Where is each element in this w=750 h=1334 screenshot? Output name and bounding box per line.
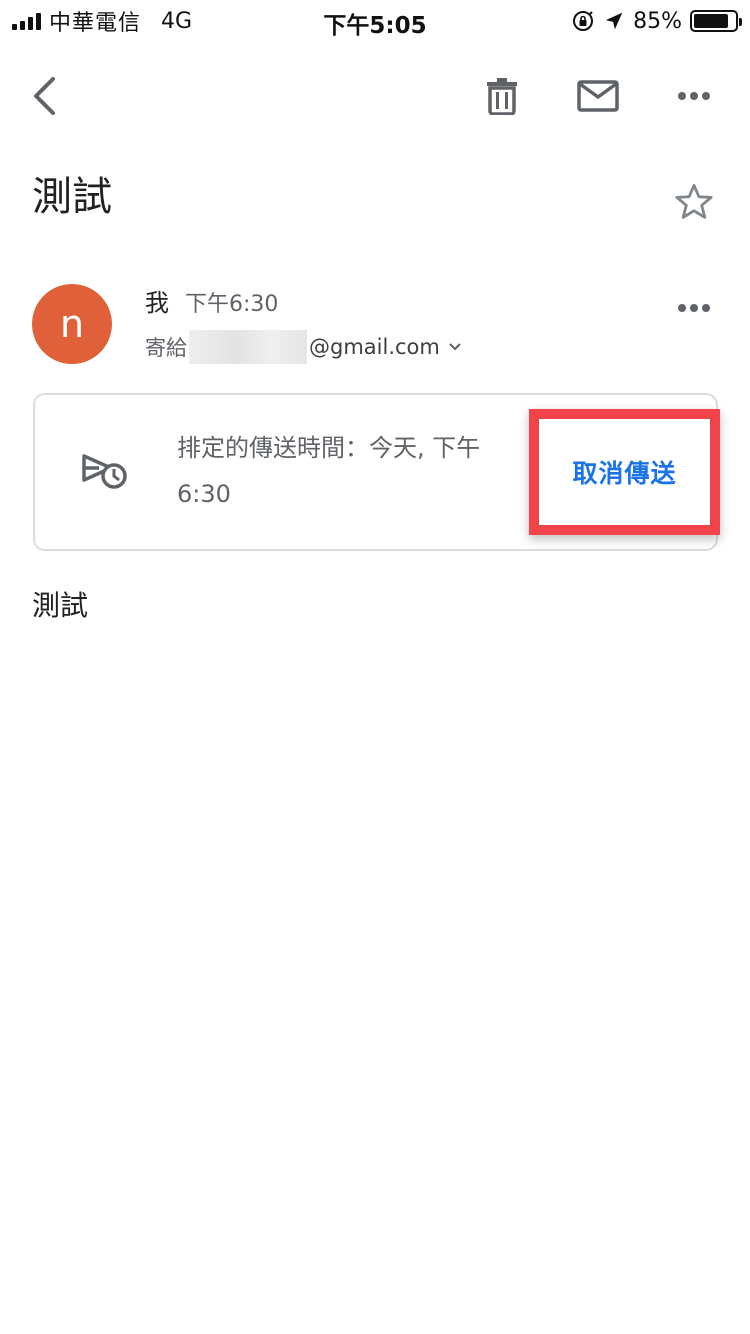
back-button[interactable] xyxy=(12,60,76,132)
more-horizontal-icon xyxy=(678,92,710,100)
email-subject: 測試 xyxy=(32,174,112,220)
email-body: 測試 xyxy=(32,589,89,622)
more-horizontal-icon xyxy=(678,304,710,312)
trash-icon xyxy=(487,78,517,115)
more-options-button[interactable] xyxy=(662,60,726,132)
message-more-button[interactable] xyxy=(664,284,724,332)
toolbar xyxy=(0,60,750,136)
star-outline-icon xyxy=(675,183,713,219)
cancel-send-button[interactable]: 取消傳送 xyxy=(572,454,676,490)
scheduled-time-text: 排定的傳送時間：今天, 下午6:30 xyxy=(177,434,481,508)
back-arrow-icon xyxy=(34,77,55,115)
status-bar: 中華電信 4G 下午5:05 85% xyxy=(0,0,750,40)
redacted-email xyxy=(189,330,307,364)
battery-icon xyxy=(690,10,742,32)
rotation-lock-icon xyxy=(573,11,594,31)
scheduled-send-icon xyxy=(82,454,127,489)
location-arrow-icon xyxy=(605,12,623,30)
sent-time: 下午6:30 xyxy=(185,292,279,317)
sender-name: 我 xyxy=(145,289,169,317)
scheduled-send-card: 排定的傳送時間：今天, 下午6:30 取消傳送 xyxy=(33,393,720,551)
recipient-prefix: 寄給 xyxy=(145,336,187,360)
battery-fill xyxy=(694,14,728,28)
star-button[interactable] xyxy=(670,178,718,226)
status-bar-right: 85% xyxy=(571,6,742,36)
mark-unread-button[interactable] xyxy=(566,60,630,132)
battery-percent: 85% xyxy=(633,8,682,34)
chevron-down-icon xyxy=(449,343,461,351)
delete-button[interactable] xyxy=(470,60,534,132)
cancel-send-highlight: 取消傳送 xyxy=(529,409,720,535)
recipient-details-toggle[interactable]: 寄給 @gmail.com xyxy=(145,330,462,364)
sender-info: 我 下午6:30 xyxy=(145,283,278,318)
avatar[interactable]: n xyxy=(32,284,112,364)
recipient-domain: @gmail.com xyxy=(309,335,440,359)
mail-icon xyxy=(577,80,619,112)
avatar-letter: n xyxy=(59,302,85,346)
